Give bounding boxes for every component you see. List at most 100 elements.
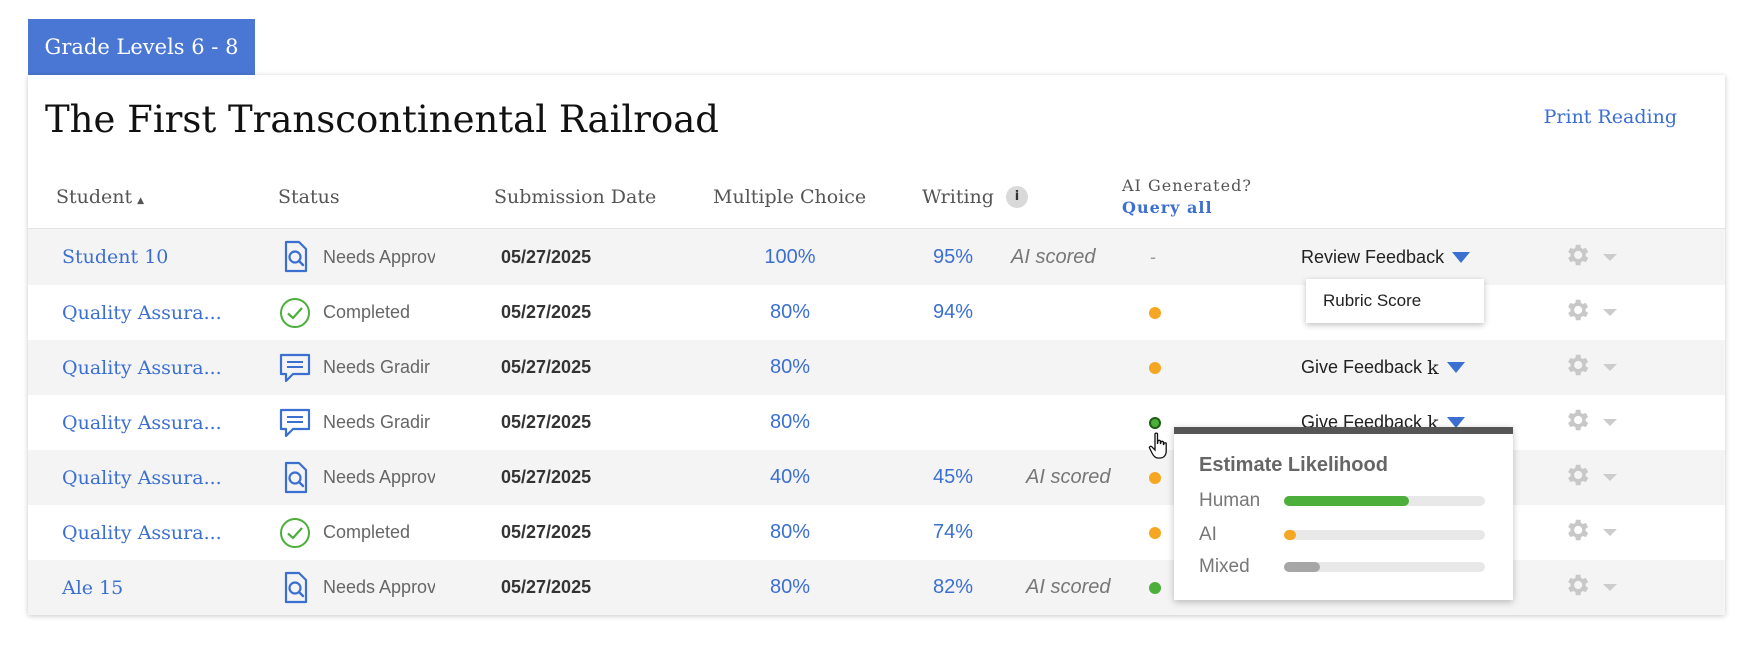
writing-column-header: Writing i <box>922 165 1028 229</box>
status-text: Needs Approval <box>323 467 435 487</box>
submission-date: 05/27/2025 <box>501 246 592 267</box>
submission-date: 05/27/2025 <box>501 412 592 432</box>
chevron-down-icon <box>1603 529 1617 536</box>
gear-icon[interactable] <box>1563 241 1591 274</box>
feedback-dropdown[interactable]: Give Feedback k <box>1301 340 1465 395</box>
writing-score[interactable]: 82% <box>933 560 973 615</box>
status-column-header: Status <box>278 186 340 208</box>
query-all-link[interactable]: Query all <box>1122 197 1213 219</box>
ai-scored-label: AI scored <box>1026 466 1111 488</box>
status-cell: Needs Approval <box>278 450 435 505</box>
rubric-score-menu-item[interactable]: Rubric Score <box>1306 279 1484 323</box>
print-reading-link[interactable]: Print Reading <box>1544 106 1677 128</box>
check-circle-icon <box>278 296 312 330</box>
status-text: Completed <box>323 522 411 542</box>
student-name-link[interactable]: Ale 15 <box>62 560 123 615</box>
check-circle-icon <box>278 516 312 550</box>
student-name-link[interactable]: Quality Assura... <box>62 450 222 505</box>
gear-icon[interactable] <box>1563 516 1591 549</box>
settings-menu[interactable] <box>1563 505 1617 560</box>
multiple-choice-score[interactable]: 80% <box>755 395 825 450</box>
status-text: Needs Gradir <box>323 357 431 377</box>
table-header: Student ▲ Status Submission Date Multipl… <box>28 165 1725 229</box>
multiple-choice-score[interactable]: 80% <box>755 285 825 340</box>
feedback-dropdown[interactable]: Review Feedback <box>1301 229 1471 285</box>
tooltip-title: Estimate Likelihood <box>1199 454 1388 476</box>
chevron-down-icon <box>1603 309 1617 316</box>
writing-score[interactable]: 45% <box>933 450 973 505</box>
writing-score[interactable]: 74% <box>933 505 973 560</box>
table-row: Quality Assura... Needs Gradir 05/27/2025 8… <box>28 340 1725 395</box>
writing-header-label: Writing <box>922 186 994 208</box>
gear-icon[interactable] <box>1563 296 1591 329</box>
ai-likelihood-dot[interactable] <box>1149 505 1161 560</box>
student-name-link[interactable]: Quality Assura... <box>62 340 222 395</box>
status-cell: Needs Approval <box>278 560 435 615</box>
status-cell: Completed <box>278 505 410 560</box>
student-name-link[interactable]: Quality Assura... <box>62 505 222 560</box>
multiple-choice-score[interactable]: 40% <box>755 450 825 505</box>
multiple-choice-score[interactable]: 80% <box>755 340 825 395</box>
multiple-choice-score[interactable]: 80% <box>755 560 825 615</box>
status-cell: Completed <box>278 285 410 340</box>
status-text: Completed <box>323 302 411 322</box>
comment-icon <box>278 406 312 440</box>
settings-menu[interactable] <box>1563 229 1617 285</box>
comment-icon <box>278 351 312 385</box>
approval-search-icon <box>278 240 312 274</box>
likelihood-bar-track <box>1284 530 1485 540</box>
gear-icon[interactable] <box>1563 351 1591 384</box>
multiple-choice-score[interactable]: 100% <box>755 229 825 285</box>
gear-icon[interactable] <box>1563 406 1591 439</box>
student-name-link[interactable]: Quality Assura... <box>62 285 222 340</box>
gear-icon[interactable] <box>1563 571 1591 604</box>
ai-likelihood-dot[interactable] <box>1149 560 1161 615</box>
submission-date: 05/27/2025 <box>501 522 592 542</box>
likelihood-bar-fill <box>1284 530 1297 540</box>
settings-menu[interactable] <box>1563 285 1617 340</box>
likelihood-label: AI <box>1199 524 1217 545</box>
settings-menu[interactable] <box>1563 560 1617 615</box>
ai-generated-column-header: AI Generated? Query all <box>1122 165 1252 229</box>
gear-icon[interactable] <box>1563 461 1591 494</box>
status-text: Needs Gradir <box>323 412 431 432</box>
ai-likelihood-dot[interactable] <box>1149 340 1161 395</box>
estimate-likelihood-tooltip: Estimate Likelihood Human AI Mixed <box>1174 427 1513 600</box>
submission-date-column-header: Submission Date <box>494 186 657 208</box>
chevron-down-icon <box>1603 584 1617 591</box>
writing-score[interactable]: 95% <box>933 229 973 285</box>
sort-ascending-icon[interactable]: ▲ <box>137 196 144 206</box>
feedback-dropdown-label: Review Feedback <box>1301 246 1445 267</box>
likelihood-bar-fill <box>1284 562 1321 572</box>
likelihood-bar-fill <box>1284 496 1409 506</box>
student-name-link[interactable]: Student 10 <box>62 229 168 285</box>
approval-search-icon <box>278 461 312 495</box>
page-title: The First Transcontinental Railroad <box>45 98 719 141</box>
hand-pointer-icon <box>1148 432 1167 459</box>
action-suffix: k <box>1427 356 1439 379</box>
submission-date: 05/27/2025 <box>501 577 592 597</box>
settings-menu[interactable] <box>1563 340 1617 395</box>
ai-likelihood-dot[interactable] <box>1149 285 1161 340</box>
student-header-label: Student <box>56 186 133 208</box>
student-column-header[interactable]: Student ▲ <box>56 165 144 229</box>
student-name-link[interactable]: Quality Assura... <box>62 395 222 450</box>
status-text: Needs Approval <box>323 246 435 267</box>
status-cell: Needs Gradir <box>278 395 430 450</box>
table-row: Student 10 Needs Approval 05/27/2025 100% 95… <box>28 229 1725 285</box>
chevron-down-icon <box>1603 253 1617 261</box>
chevron-down-icon <box>1603 364 1617 371</box>
likelihood-label: Mixed <box>1199 556 1250 577</box>
status-cell: Needs Approval <box>278 229 435 285</box>
settings-menu[interactable] <box>1563 450 1617 505</box>
feedback-dropdown-label: Give Feedback <box>1301 357 1423 377</box>
grade-levels-tab[interactable]: Grade Levels 6 - 8 <box>28 19 255 75</box>
likelihood-bar-track <box>1284 562 1485 572</box>
status-cell: Needs Gradir <box>278 340 430 395</box>
ai-scored-label: AI scored <box>1026 576 1111 598</box>
writing-score[interactable]: 94% <box>933 285 973 340</box>
info-icon[interactable]: i <box>1005 186 1028 208</box>
settings-menu[interactable] <box>1563 395 1617 450</box>
multiple-choice-score[interactable]: 80% <box>755 505 825 560</box>
ai-indicator: - <box>1150 246 1156 267</box>
